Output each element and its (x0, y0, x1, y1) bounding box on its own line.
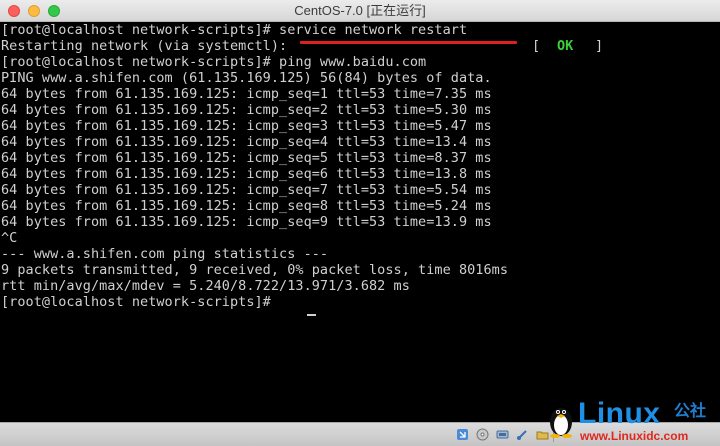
keyboard-capture-icon[interactable] (456, 428, 469, 441)
terminal-line-reply: 64 bytes from 61.135.169.125: icmp_seq=6… (1, 166, 492, 182)
watermark-brand-cn: 公社 (674, 401, 707, 420)
terminal-line-stats-header: --- www.a.shifen.com ping statistics --- (1, 246, 329, 262)
title-bar[interactable]: CentOS-7.0 [正在运行] (0, 0, 720, 22)
terminal-line-ping-command: [root@localhost network-scripts]# ping w… (1, 54, 427, 70)
terminal-line-reply: 64 bytes from 61.135.169.125: icmp_seq=3… (1, 118, 492, 134)
terminal-line-reply: 64 bytes from 61.135.169.125: icmp_seq=4… (1, 134, 492, 150)
network-icon[interactable] (496, 428, 509, 441)
command-highlight-underline (300, 41, 517, 44)
ok-open-bracket: [ (532, 38, 541, 54)
ok-status: OK (557, 38, 574, 54)
terminal-line-rtt: rtt min/avg/max/mdev = 5.240/8.722/13.97… (1, 278, 410, 294)
terminal-line-reply: 64 bytes from 61.135.169.125: icmp_seq=1… (1, 86, 492, 102)
terminal-line-reply: 64 bytes from 61.135.169.125: icmp_seq=7… (1, 182, 492, 198)
terminal-line-reply: 64 bytes from 61.135.169.125: icmp_seq=2… (1, 102, 492, 118)
linuxidc-watermark: Linux 公社 www.Linuxidc.com (548, 398, 720, 446)
text-cursor (307, 314, 316, 316)
terminal-line-interrupt: ^C (1, 230, 18, 246)
terminal-console[interactable]: [root@localhost network-scripts]# servic… (0, 22, 720, 422)
terminal-line-reply: 64 bytes from 61.135.169.125: icmp_seq=5… (1, 150, 492, 166)
window-title: CentOS-7.0 [正在运行] (294, 3, 426, 18)
terminal-line-restarting: Restarting network (via systemctl): (1, 38, 288, 54)
terminal-line-prompt: [root@localhost network-scripts]# (1, 294, 280, 310)
virtualbox-window: CentOS-7.0 [正在运行] [root@localhost networ… (0, 0, 720, 446)
ok-close-bracket: ] (595, 38, 604, 54)
watermark-brand: Linux (578, 397, 661, 430)
terminal-line-reply: 64 bytes from 61.135.169.125: icmp_seq=9… (1, 214, 492, 230)
terminal-line-ping-header: PING www.a.shifen.com (61.135.169.125) 5… (1, 70, 492, 86)
terminal-line-command: [root@localhost network-scripts]# servic… (1, 22, 468, 38)
terminal-line-reply: 64 bytes from 61.135.169.125: icmp_seq=8… (1, 198, 492, 214)
penguin-icon (550, 408, 572, 438)
usb-icon[interactable] (516, 428, 529, 441)
optical-drive-icon[interactable] (476, 428, 489, 441)
terminal-line-packets: 9 packets transmitted, 9 received, 0% pa… (1, 262, 509, 278)
watermark-url: www.Linuxidc.com (580, 429, 689, 443)
